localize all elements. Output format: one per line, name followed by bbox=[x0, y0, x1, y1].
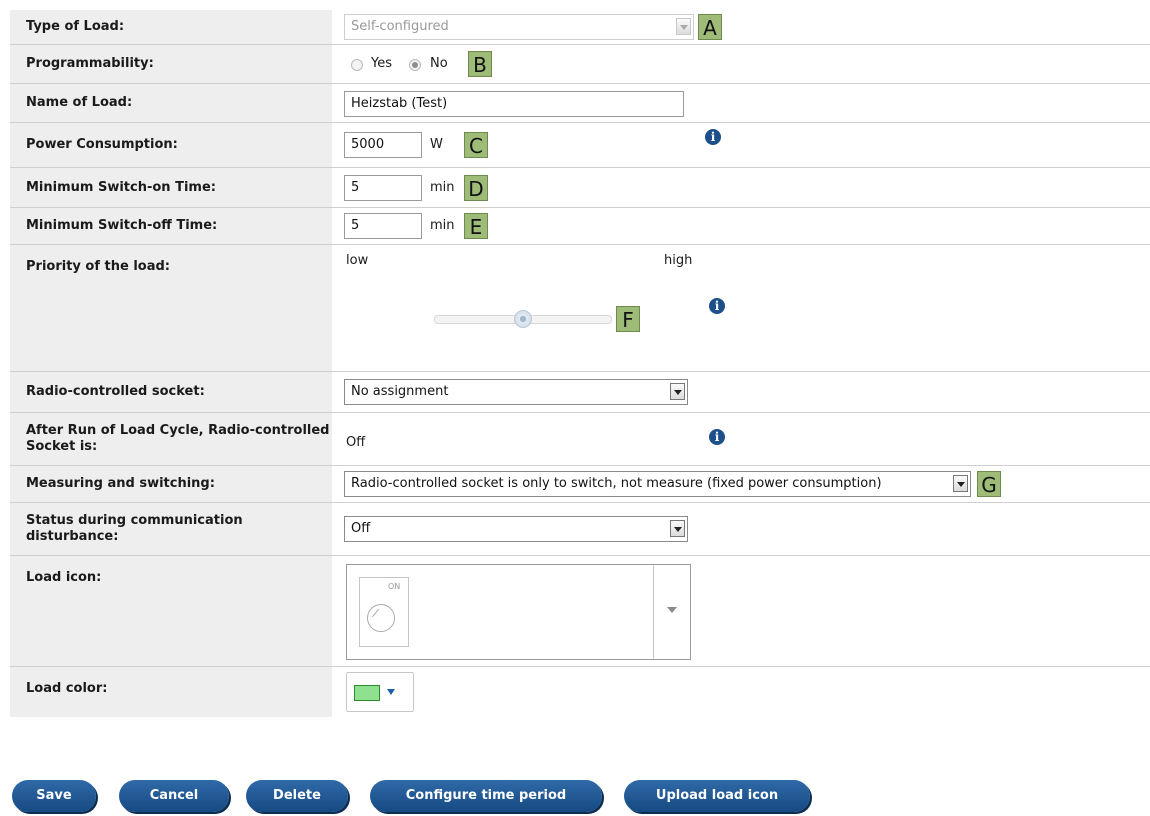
radio-yes[interactable] bbox=[351, 59, 363, 71]
radio-no[interactable] bbox=[409, 59, 421, 71]
load-color-picker[interactable] bbox=[346, 672, 414, 712]
info-icon[interactable]: i bbox=[709, 429, 725, 445]
name-of-load-label: Name of Load: bbox=[10, 84, 332, 122]
after-run-value: Off bbox=[346, 435, 366, 450]
priority-high-label: high bbox=[664, 253, 693, 268]
annotation-badge-f: F bbox=[616, 306, 640, 332]
row-min-switch-off: Minimum Switch-off Time: 5 min E bbox=[10, 208, 1150, 245]
status-disturbance-select[interactable]: Off bbox=[344, 516, 688, 542]
dial-switch-icon: ON bbox=[359, 577, 409, 647]
chevron-down-icon bbox=[670, 383, 685, 400]
load-color-label: Load color: bbox=[10, 667, 332, 717]
min-switch-off-unit: min bbox=[430, 218, 455, 233]
row-load-icon: Load icon: ON bbox=[10, 556, 1150, 667]
info-icon[interactable]: i bbox=[705, 129, 721, 145]
status-disturbance-label: Status during communication disturbance: bbox=[10, 503, 332, 555]
row-measuring: Measuring and switching: Radio-controlle… bbox=[10, 466, 1150, 503]
chevron-down-icon bbox=[670, 520, 685, 537]
row-type-of-load: Type of Load: Self-configured A bbox=[10, 10, 1150, 45]
row-programmability: Programmability: Yes No B bbox=[10, 45, 1150, 84]
type-of-load-select[interactable]: Self-configured bbox=[344, 14, 694, 40]
cancel-button[interactable]: Cancel bbox=[119, 780, 229, 812]
picker-divider bbox=[653, 565, 654, 659]
row-after-run: After Run of Load Cycle, Radio-controlle… bbox=[10, 413, 1150, 466]
save-button[interactable]: Save bbox=[12, 780, 96, 812]
measuring-label: Measuring and switching: bbox=[10, 466, 332, 502]
row-priority: Priority of the load: low high F i bbox=[10, 245, 1150, 372]
row-load-color: Load color: bbox=[10, 667, 1150, 717]
min-switch-off-input[interactable]: 5 bbox=[344, 213, 422, 239]
delete-button[interactable]: Delete bbox=[246, 780, 348, 812]
upload-load-icon-button[interactable]: Upload load icon bbox=[624, 780, 810, 812]
min-switch-on-unit: min bbox=[430, 180, 455, 195]
min-switch-on-input[interactable]: 5 bbox=[344, 175, 422, 201]
row-min-switch-on: Minimum Switch-on Time: 5 min D bbox=[10, 168, 1150, 208]
chevron-down-icon bbox=[676, 18, 691, 35]
annotation-badge-g: G bbox=[977, 471, 1001, 497]
programmability-label: Programmability: bbox=[10, 45, 332, 83]
chevron-down-icon[interactable] bbox=[667, 607, 677, 613]
caret-down-icon bbox=[387, 689, 395, 695]
after-run-label: After Run of Load Cycle, Radio-controlle… bbox=[10, 413, 332, 465]
info-icon[interactable]: i bbox=[709, 298, 725, 314]
power-consumption-input[interactable]: 5000 bbox=[344, 132, 422, 158]
power-unit: W bbox=[430, 137, 443, 152]
power-consumption-label: Power Consumption: bbox=[10, 123, 332, 167]
row-power-consumption: Power Consumption: 5000 W C i bbox=[10, 123, 1150, 168]
row-radio-socket: Radio-controlled socket: No assignment bbox=[10, 372, 1150, 413]
dial-circle bbox=[367, 604, 395, 632]
radio-socket-label: Radio-controlled socket: bbox=[10, 372, 332, 412]
load-config-form: Type of Load: Self-configured A Programm… bbox=[10, 10, 1150, 717]
annotation-badge-e: E bbox=[464, 213, 488, 239]
priority-slider-thumb[interactable] bbox=[514, 310, 532, 328]
type-of-load-label: Type of Load: bbox=[10, 10, 332, 44]
measuring-select[interactable]: Radio-controlled socket is only to switc… bbox=[344, 471, 971, 497]
min-switch-off-label: Minimum Switch-off Time: bbox=[10, 208, 332, 244]
chevron-down-icon bbox=[953, 475, 968, 492]
annotation-badge-b: B bbox=[468, 51, 492, 77]
radio-yes-label: Yes bbox=[371, 56, 392, 71]
name-of-load-input[interactable]: Heizstab (Test) bbox=[344, 91, 684, 117]
annotation-badge-a: A bbox=[698, 14, 722, 40]
color-swatch bbox=[354, 685, 380, 701]
load-icon-label: Load icon: bbox=[10, 556, 332, 666]
radio-socket-select[interactable]: No assignment bbox=[344, 379, 688, 405]
row-name-of-load: Name of Load: Heizstab (Test) bbox=[10, 84, 1150, 123]
configure-time-period-button[interactable]: Configure time period bbox=[370, 780, 602, 812]
annotation-badge-d: D bbox=[464, 175, 488, 201]
annotation-badge-c: C bbox=[464, 132, 488, 158]
priority-low-label: low bbox=[346, 253, 369, 268]
row-status-disturbance: Status during communication disturbance:… bbox=[10, 503, 1150, 556]
min-switch-on-label: Minimum Switch-on Time: bbox=[10, 168, 332, 207]
load-icon-picker[interactable]: ON bbox=[346, 564, 691, 660]
priority-label: Priority of the load: bbox=[10, 245, 332, 371]
radio-no-label: No bbox=[430, 56, 448, 71]
